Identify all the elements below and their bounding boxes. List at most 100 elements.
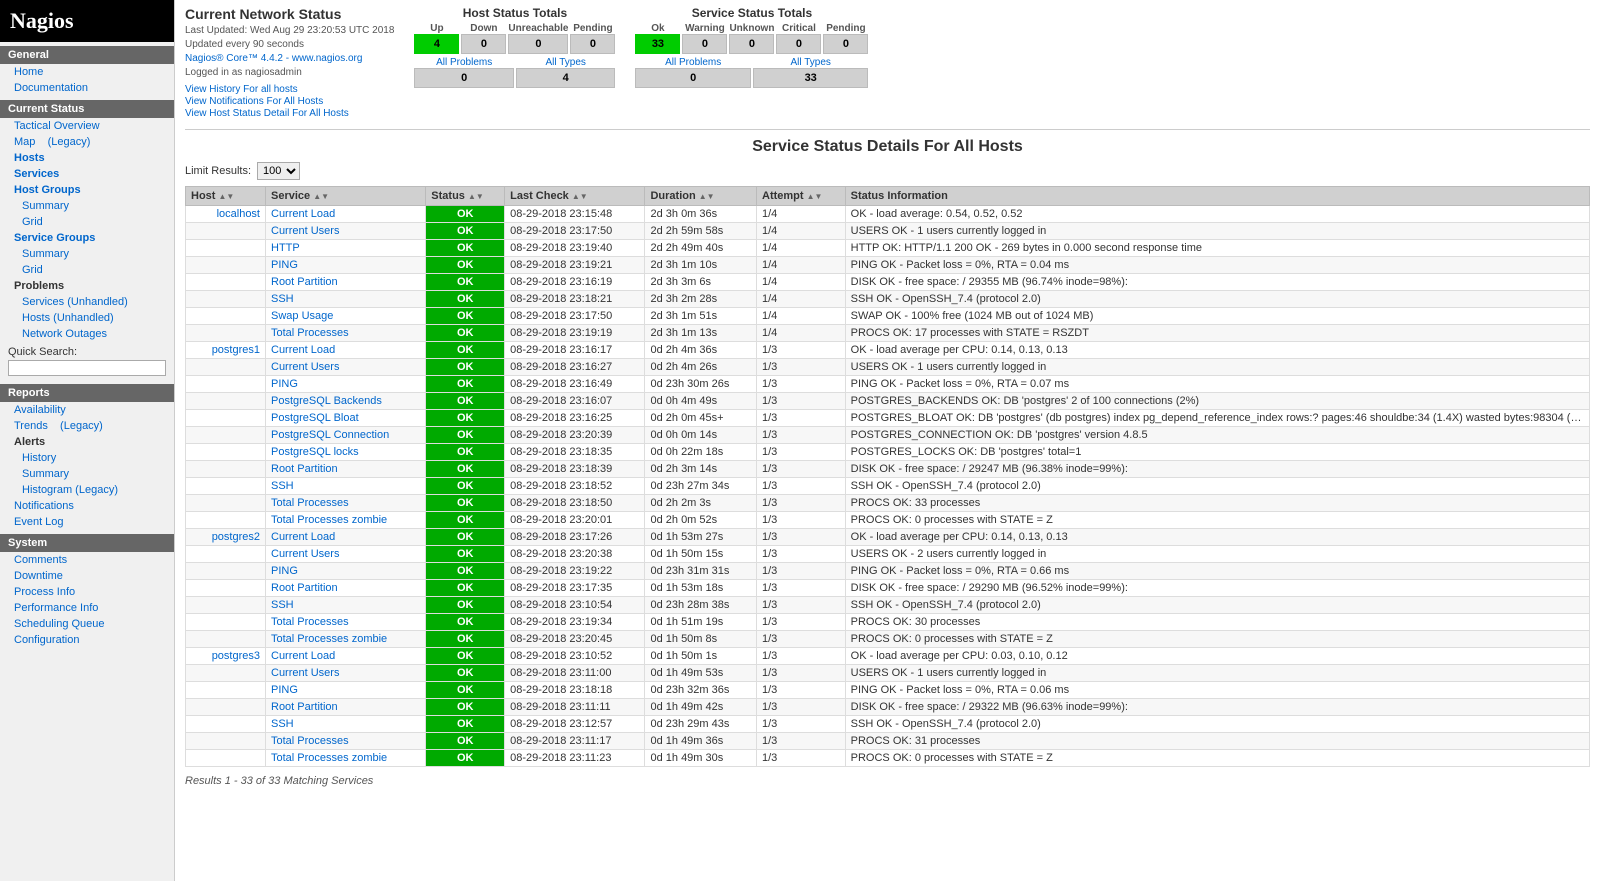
sidebar-item-host-groups-grid[interactable]: Grid (0, 214, 174, 230)
attempt-cell: 1/3 (757, 495, 846, 512)
host-cell[interactable]: localhost (186, 206, 266, 223)
sidebar-item-process-info[interactable]: Process Info (0, 584, 174, 600)
service-cell[interactable]: PING (266, 257, 426, 274)
sidebar-item-host-groups-summary[interactable]: Summary (0, 198, 174, 214)
service-cell[interactable]: Total Processes (266, 495, 426, 512)
sidebar-item-home[interactable]: Home (0, 64, 174, 80)
service-cell[interactable]: Current Users (266, 359, 426, 376)
col-host[interactable]: Host ▲▼ (186, 187, 266, 206)
service-cell[interactable]: SSH (266, 716, 426, 733)
view-history-link[interactable]: View History For all hosts (185, 84, 394, 95)
svc-all-types-label[interactable]: All Types (753, 57, 869, 68)
service-cell[interactable]: PING (266, 682, 426, 699)
service-cell[interactable]: Root Partition (266, 461, 426, 478)
host-pending-value[interactable]: 0 (570, 34, 615, 54)
sidebar-item-documentation[interactable]: Documentation (0, 80, 174, 96)
host-all-problems-label[interactable]: All Problems (414, 57, 514, 68)
service-cell[interactable]: Total Processes zombie (266, 631, 426, 648)
service-cell[interactable]: PostgreSQL locks (266, 444, 426, 461)
service-cell[interactable]: PING (266, 563, 426, 580)
service-cell[interactable]: PostgreSQL Bloat (266, 410, 426, 427)
sidebar-item-map[interactable]: Map (Legacy) (0, 134, 174, 150)
sidebar-item-downtime[interactable]: Downtime (0, 568, 174, 584)
sidebar-item-host-groups[interactable]: Host Groups (0, 182, 174, 198)
host-cell[interactable]: postgres2 (186, 529, 266, 546)
service-cell[interactable]: Total Processes zombie (266, 750, 426, 767)
view-notifications-link[interactable]: View Notifications For All Hosts (185, 96, 394, 107)
quick-search-input[interactable] (8, 360, 166, 376)
service-cell[interactable]: Swap Usage (266, 308, 426, 325)
attempt-cell: 1/3 (757, 393, 846, 410)
svc-all-problems-label[interactable]: All Problems (635, 57, 751, 68)
sidebar-item-availability[interactable]: Availability (0, 402, 174, 418)
service-cell[interactable]: Total Processes (266, 614, 426, 631)
sidebar-item-tactical-overview[interactable]: Tactical Overview (0, 118, 174, 134)
sidebar-item-hosts-unhandled[interactable]: Hosts (Unhandled) (0, 310, 174, 326)
svc-warning-value[interactable]: 0 (682, 34, 727, 54)
nagios-version-link[interactable]: Nagios® Core™ 4.4.2 - www.nagios.org (185, 53, 362, 64)
service-cell[interactable]: Current Load (266, 206, 426, 223)
sidebar-item-trends[interactable]: Trends (Legacy) (0, 418, 174, 434)
svc-all-problems-value[interactable]: 0 (635, 68, 751, 88)
sidebar-item-services[interactable]: Services (0, 166, 174, 182)
svc-unknown-value[interactable]: 0 (729, 34, 774, 54)
host-all-problems-value[interactable]: 0 (414, 68, 514, 88)
sidebar-item-services-unhandled[interactable]: Services (Unhandled) (0, 294, 174, 310)
svc-critical-value[interactable]: 0 (776, 34, 821, 54)
col-attempt[interactable]: Attempt ▲▼ (757, 187, 846, 206)
service-cell[interactable]: Total Processes (266, 733, 426, 750)
service-cell[interactable]: Current Load (266, 529, 426, 546)
host-cell[interactable]: postgres3 (186, 648, 266, 665)
sidebar-item-scheduling-queue[interactable]: Scheduling Queue (0, 616, 174, 632)
service-cell[interactable]: PING (266, 376, 426, 393)
host-all-types-value[interactable]: 4 (516, 68, 616, 88)
host-down-value[interactable]: 0 (461, 34, 506, 54)
service-cell[interactable]: Total Processes zombie (266, 512, 426, 529)
sidebar-item-network-outages[interactable]: Network Outages (0, 326, 174, 342)
col-service[interactable]: Service ▲▼ (266, 187, 426, 206)
sidebar-item-alerts-summary[interactable]: Summary (0, 466, 174, 482)
sidebar-item-service-groups[interactable]: Service Groups (0, 230, 174, 246)
status-cell: OK (426, 733, 505, 750)
service-cell[interactable]: Current Load (266, 342, 426, 359)
sidebar-item-service-groups-grid[interactable]: Grid (0, 262, 174, 278)
service-cell[interactable]: SSH (266, 291, 426, 308)
service-cell[interactable]: Root Partition (266, 699, 426, 716)
host-unreachable-value[interactable]: 0 (508, 34, 568, 54)
service-cell[interactable]: SSH (266, 597, 426, 614)
attempt-cell: 1/3 (757, 359, 846, 376)
service-cell[interactable]: HTTP (266, 240, 426, 257)
limit-select[interactable]: 100 50 25 All (257, 162, 300, 180)
col-status[interactable]: Status ▲▼ (426, 187, 505, 206)
service-cell[interactable]: SSH (266, 478, 426, 495)
sidebar-item-notifications[interactable]: Notifications (0, 498, 174, 514)
service-cell[interactable]: PostgreSQL Backends (266, 393, 426, 410)
sidebar-item-performance-info[interactable]: Performance Info (0, 600, 174, 616)
last-check-cell: 08-29-2018 23:19:19 (505, 325, 645, 342)
sidebar-item-configuration[interactable]: Configuration (0, 632, 174, 648)
col-duration[interactable]: Duration ▲▼ (645, 187, 757, 206)
svc-ok-value[interactable]: 33 (635, 34, 680, 54)
svc-pending-value[interactable]: 0 (823, 34, 868, 54)
host-cell[interactable]: postgres1 (186, 342, 266, 359)
sidebar-item-alerts-histogram[interactable]: Histogram (Legacy) (0, 482, 174, 498)
col-last-check[interactable]: Last Check ▲▼ (505, 187, 645, 206)
host-up-value[interactable]: 4 (414, 34, 459, 54)
sidebar-item-event-log[interactable]: Event Log (0, 514, 174, 530)
service-cell[interactable]: Current Users (266, 546, 426, 563)
service-cell[interactable]: Total Processes (266, 325, 426, 342)
service-cell[interactable]: Root Partition (266, 580, 426, 597)
sidebar-item-comments[interactable]: Comments (0, 552, 174, 568)
sidebar-item-hosts[interactable]: Hosts (0, 150, 174, 166)
host-all-types-label[interactable]: All Types (516, 57, 616, 68)
service-cell[interactable]: Current Users (266, 223, 426, 240)
sidebar-item-service-groups-summary[interactable]: Summary (0, 246, 174, 262)
service-cell[interactable]: Root Partition (266, 274, 426, 291)
service-cell[interactable]: Current Users (266, 665, 426, 682)
service-cell[interactable]: PostgreSQL Connection (266, 427, 426, 444)
service-cell[interactable]: Current Load (266, 648, 426, 665)
svc-all-types-value[interactable]: 33 (753, 68, 869, 88)
sidebar-item-alerts-history[interactable]: History (0, 450, 174, 466)
view-host-status-link[interactable]: View Host Status Detail For All Hosts (185, 108, 394, 119)
table-row: Total Processes zombieOK08-29-2018 23:11… (186, 750, 1590, 767)
